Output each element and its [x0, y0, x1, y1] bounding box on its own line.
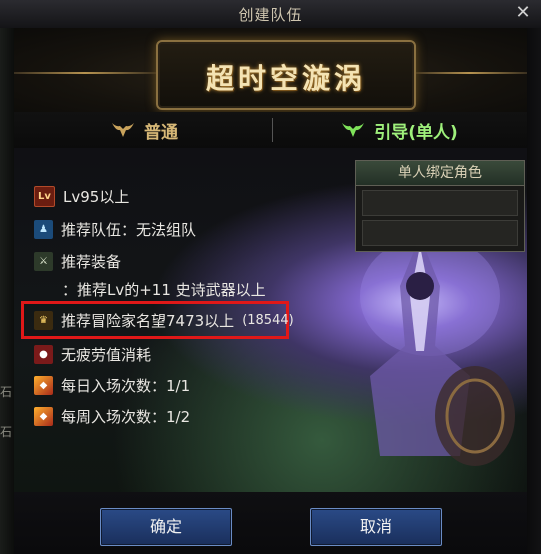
level-icon: Lv — [34, 186, 55, 207]
boss-artwork — [360, 236, 515, 466]
confirm-button[interactable]: 确定 — [100, 508, 232, 546]
party-icon: ♟ — [34, 220, 53, 239]
weekly-ticket-icon: ◆ — [34, 407, 53, 426]
req-equip-text: 推荐装备 — [61, 253, 122, 271]
cancel-button[interactable]: 取消 — [310, 508, 442, 546]
close-icon[interactable]: ✕ — [513, 3, 533, 23]
dialog-footer: 确定 取消 — [14, 492, 527, 554]
bind-slot[interactable] — [362, 190, 518, 216]
req-equip-detail: ：推荐Lv的+11 史诗武器以上 — [62, 281, 266, 299]
req-equip: ⚔ 推荐装备 — [34, 251, 121, 272]
bind-box-header: 单人绑定角色 — [356, 161, 524, 186]
req-team-text: 推荐队伍：无法组队 — [61, 221, 197, 239]
background-text: 石 — [0, 425, 13, 439]
fame-crest-icon: ♛ — [34, 311, 53, 330]
req-fatigue-text: 无疲劳值消耗 — [61, 346, 152, 364]
req-daily-text: 每日入场次数：1/1 — [61, 377, 191, 395]
banner-ornament-right — [412, 72, 527, 74]
tab-normal-label: 普通 — [144, 122, 178, 143]
horned-helmet-icon — [342, 123, 365, 137]
req-level: Lv Lv95以上 — [34, 186, 129, 207]
req-team: ♟ 推荐队伍：无法组队 — [34, 219, 196, 240]
tab-guide-solo[interactable]: 引导(单人) — [309, 112, 489, 148]
req-fame: ♛ 推荐冒险家名望7473以上 (18544) — [34, 310, 294, 331]
left-frame: 石 石 — [0, 28, 14, 554]
banner-plate: 超时空漩涡 — [156, 40, 416, 110]
current-fame-value: (18544) — [242, 313, 294, 328]
req-daily: ◆ 每日入场次数：1/1 — [34, 375, 190, 396]
dungeon-banner: 超时空漩涡 — [14, 28, 527, 120]
fatigue-icon: ● — [34, 345, 53, 364]
banner-ornament-left — [14, 72, 156, 74]
sword-icon: ⚔ — [34, 252, 53, 271]
req-level-text: Lv95以上 — [63, 188, 130, 206]
window-titlebar: 创建队伍 ✕ — [0, 0, 541, 29]
tab-guide-label: 引导(单人) — [374, 122, 458, 143]
req-weekly-text: 每周入场次数：1/2 — [61, 408, 191, 426]
req-fatigue: ● 无疲劳值消耗 — [34, 344, 151, 365]
req-fame-text: 推荐冒险家名望7473以上 — [61, 312, 235, 330]
tab-divider — [272, 118, 273, 142]
bind-slot[interactable] — [362, 220, 518, 246]
dungeon-title: 超时空漩涡 — [205, 62, 366, 95]
solo-bind-character-box: 单人绑定角色 — [355, 160, 525, 252]
background-text: 石 — [0, 385, 13, 399]
tab-normal[interactable]: 普通 — [74, 112, 214, 148]
dungeon-info-panel: 单人绑定角色 Lv Lv95以上 ♟ 推荐队伍：无法组队 ⚔ 推荐装备 ：推荐L… — [14, 148, 527, 492]
right-frame — [527, 28, 541, 554]
mode-tabs: 普通 引导(单人) — [14, 112, 527, 148]
window-title: 创建队伍 — [238, 6, 303, 24]
req-weekly: ◆ 每周入场次数：1/2 — [34, 406, 190, 427]
daily-ticket-icon: ◆ — [34, 376, 53, 395]
horned-helmet-icon — [112, 123, 134, 137]
